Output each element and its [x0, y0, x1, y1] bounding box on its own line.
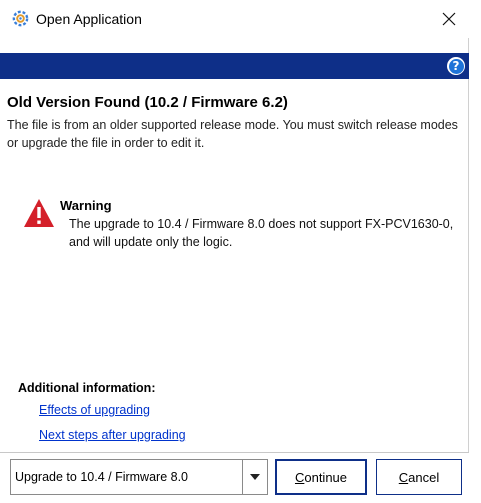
upgrade-selector-arrow[interactable] [242, 460, 267, 494]
caret-down-icon [250, 474, 260, 480]
close-button[interactable] [429, 0, 469, 38]
continue-button[interactable]: Continue [275, 459, 367, 495]
dialog-footer: Upgrade to 10.4 / Firmware 8.0 Continue … [0, 452, 469, 503]
header-bar: ? [0, 53, 469, 79]
cancel-button-label: Cancel [398, 469, 440, 485]
app-gear-icon [12, 10, 29, 27]
upgrade-selector-value: Upgrade to 10.4 / Firmware 8.0 [15, 470, 188, 484]
next-steps-link[interactable]: Next steps after upgrading [39, 428, 186, 442]
close-icon [442, 12, 456, 26]
open-application-dialog: Open Application ? Old Version Found (10… [0, 0, 469, 503]
continue-button-label: Continue [294, 469, 348, 485]
warning-triangle-icon [24, 199, 54, 227]
warning-title: Warning [60, 198, 112, 213]
upgrade-selector[interactable]: Upgrade to 10.4 / Firmware 8.0 [10, 459, 268, 495]
title-bar[interactable]: Open Application [0, 0, 469, 38]
help-icon: ? [448, 58, 464, 74]
dialog-description: The file is from an older supported rele… [7, 118, 458, 150]
cancel-button[interactable]: Cancel [376, 459, 462, 495]
warning-text: The upgrade to 10.4 / Firmware 8.0 does … [69, 217, 454, 249]
additional-info-title: Additional information: [18, 381, 156, 395]
window-title: Open Application [36, 11, 142, 27]
dialog-heading: Old Version Found (10.2 / Firmware 6.2) [7, 94, 288, 111]
effects-of-upgrading-link[interactable]: Effects of upgrading [39, 403, 150, 417]
help-button[interactable]: ? [447, 57, 465, 75]
